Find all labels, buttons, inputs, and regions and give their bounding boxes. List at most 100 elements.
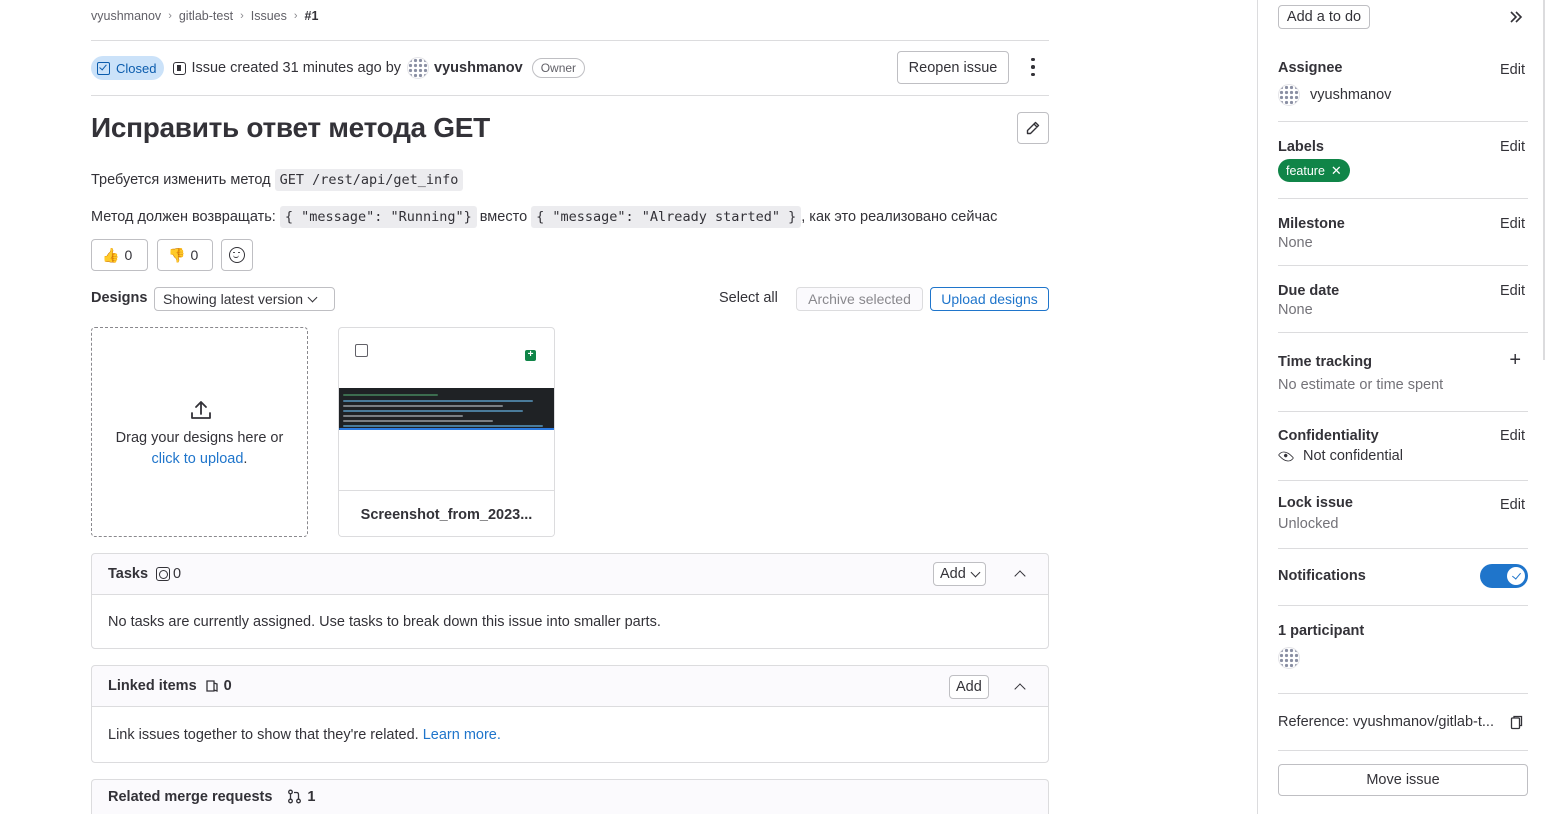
- add-linked-item-button[interactable]: Add: [949, 675, 989, 699]
- related-mr-count: 1: [307, 788, 316, 805]
- breadcrumb-separator-icon: ›: [293, 10, 298, 22]
- copy-icon[interactable]: [1510, 715, 1523, 730]
- divider: [91, 95, 1049, 96]
- confidentiality-section: Confidentiality Edit Not confidential: [1277, 412, 1528, 481]
- design-select-checkbox[interactable]: [355, 344, 368, 357]
- add-linked-item-label: Add: [956, 679, 982, 695]
- due-date-edit-button[interactable]: Edit: [1500, 283, 1525, 299]
- pencil-icon: [1026, 121, 1040, 135]
- author-role-badge: Owner: [531, 58, 586, 78]
- issue-closed-icon: [97, 61, 110, 75]
- related-mr-title: Related merge requests: [108, 788, 273, 805]
- lock-issue-value: Unlocked: [1278, 516, 1339, 532]
- chevron-up-icon: [1014, 570, 1026, 582]
- design-version-dropdown[interactable]: Showing latest version: [154, 287, 335, 311]
- time-tracking-title: Time tracking: [1278, 354, 1373, 370]
- time-tracking-section: Time tracking + No estimate or time spen…: [1278, 333, 1528, 412]
- issue-status-row: Closed Issue created 31 minutes ago by v…: [91, 55, 586, 81]
- description-text: Требуется изменить метод: [91, 172, 271, 188]
- design-card[interactable]: + Screenshot_from_2023...: [338, 327, 555, 537]
- task-icon: [156, 567, 171, 581]
- more-actions-icon[interactable]: [1027, 56, 1039, 78]
- chevron-down-icon: [970, 567, 981, 577]
- upload-designs-button[interactable]: Upload designs: [930, 287, 1049, 311]
- add-todo-button[interactable]: Add a to do: [1278, 5, 1370, 29]
- due-date-section: Due date Edit None: [1278, 266, 1528, 333]
- issue-type-icon: [173, 61, 187, 75]
- collapse-sidebar-icon[interactable]: [1509, 10, 1523, 24]
- design-added-icon: +: [525, 350, 536, 361]
- chevron-down-icon: [307, 292, 318, 302]
- labels-edit-button[interactable]: Edit: [1500, 139, 1525, 155]
- move-issue-button[interactable]: Move issue: [1278, 764, 1528, 796]
- add-task-dropdown[interactable]: Add: [933, 562, 986, 586]
- breadcrumb-item-current[interactable]: #1: [305, 9, 319, 23]
- learn-more-link[interactable]: Learn more.: [423, 727, 501, 743]
- click-to-upload-link[interactable]: click to upload: [152, 451, 244, 467]
- assignee-avatar[interactable]: [1278, 84, 1300, 106]
- thumbs-up-icon: 👍: [102, 246, 120, 263]
- reopen-issue-button[interactable]: Reopen issue: [897, 51, 1009, 84]
- inline-code: GET /rest/api/get_info: [274, 169, 464, 191]
- lock-issue-title: Lock issue: [1278, 495, 1353, 511]
- divider: [91, 40, 1049, 41]
- notifications-toggle[interactable]: [1480, 564, 1528, 588]
- thumbs-up-reaction-button[interactable]: 👍 0: [91, 239, 148, 271]
- participants-title: 1 participant: [1278, 623, 1365, 639]
- breadcrumb-item-namespace[interactable]: vyushmanov: [91, 9, 161, 23]
- description-line-1: Требуется изменить метод GET /rest/api/g…: [91, 169, 466, 191]
- tasks-count: 0: [173, 566, 182, 582]
- dropzone-text: Drag your designs here or click to uploa…: [92, 428, 307, 470]
- milestone-edit-button[interactable]: Edit: [1500, 216, 1525, 232]
- linked-items-help-text: Link issues together to show that they'r…: [108, 726, 419, 743]
- issue-sidebar: Add a to do Assignee Edit vyushmanov Lab…: [1257, 0, 1545, 814]
- design-dropzone[interactable]: Drag your designs here or click to uploa…: [91, 327, 308, 537]
- confidentiality-edit-button[interactable]: Edit: [1500, 428, 1525, 444]
- edit-title-button[interactable]: [1017, 112, 1049, 144]
- labels-title: Labels: [1278, 139, 1324, 155]
- linked-items-header: Linked items 0: [92, 666, 1048, 707]
- milestone-title: Milestone: [1278, 216, 1345, 232]
- thumbs-down-icon: 👎: [168, 246, 186, 263]
- lock-issue-section: Lock issue Edit Unlocked: [1278, 481, 1528, 549]
- author-avatar[interactable]: [407, 57, 430, 79]
- breadcrumb-separator-icon: ›: [168, 10, 172, 22]
- add-time-icon[interactable]: +: [1509, 349, 1521, 372]
- add-task-label: Add: [940, 566, 966, 582]
- thumbs-down-reaction-button[interactable]: 👎 0: [157, 239, 213, 271]
- select-all-button[interactable]: Select all: [719, 290, 778, 306]
- reaction-count: 0: [124, 247, 133, 263]
- linked-items-title: Linked items: [108, 678, 197, 694]
- tasks-title: Tasks: [108, 566, 149, 582]
- related-mr-header: Related merge requests 1: [92, 780, 1048, 813]
- chevron-up-icon: [1014, 683, 1026, 695]
- collapse-tasks-button[interactable]: [1013, 567, 1027, 582]
- due-date-title: Due date: [1278, 283, 1340, 299]
- linked-items-panel: Linked items 0 Link issues together to s…: [91, 665, 1049, 763]
- issues-icon: [205, 680, 218, 692]
- breadcrumb-item-project[interactable]: gitlab-test: [179, 9, 233, 23]
- archive-selected-button[interactable]: Archive selected: [796, 287, 923, 311]
- remove-label-icon[interactable]: ✕: [1331, 163, 1342, 179]
- assignee-name[interactable]: vyushmanov: [1310, 87, 1391, 103]
- participant-avatar[interactable]: [1278, 647, 1300, 669]
- description-text: , как это реализовано сейчас: [801, 209, 998, 225]
- description-text: Метод должен возвращать:: [91, 209, 276, 225]
- label-feature[interactable]: feature ✕: [1278, 159, 1350, 182]
- design-thumbnail: [339, 388, 554, 430]
- time-tracking-value: No estimate or time spent: [1278, 377, 1444, 393]
- assignee-edit-button[interactable]: Edit: [1500, 62, 1525, 78]
- due-date-value: None: [1278, 302, 1313, 318]
- labels-section: Labels Edit feature ✕: [1278, 122, 1528, 199]
- merge-request-icon: [288, 789, 302, 804]
- linked-items-count: 0: [223, 678, 232, 694]
- add-reaction-button[interactable]: [221, 239, 253, 271]
- linked-items-body: Link issues together to show that they'r…: [92, 707, 1048, 762]
- breadcrumb-item-issues[interactable]: Issues: [251, 9, 287, 23]
- lock-issue-edit-button[interactable]: Edit: [1500, 497, 1525, 513]
- collapse-linked-items-button[interactable]: [1013, 680, 1027, 695]
- tasks-panel-header: Tasks 0: [92, 554, 1048, 595]
- issue-title: Исправить ответ метода GET: [91, 112, 490, 143]
- author-name[interactable]: vyushmanov: [434, 60, 523, 76]
- check-icon: [1512, 570, 1521, 580]
